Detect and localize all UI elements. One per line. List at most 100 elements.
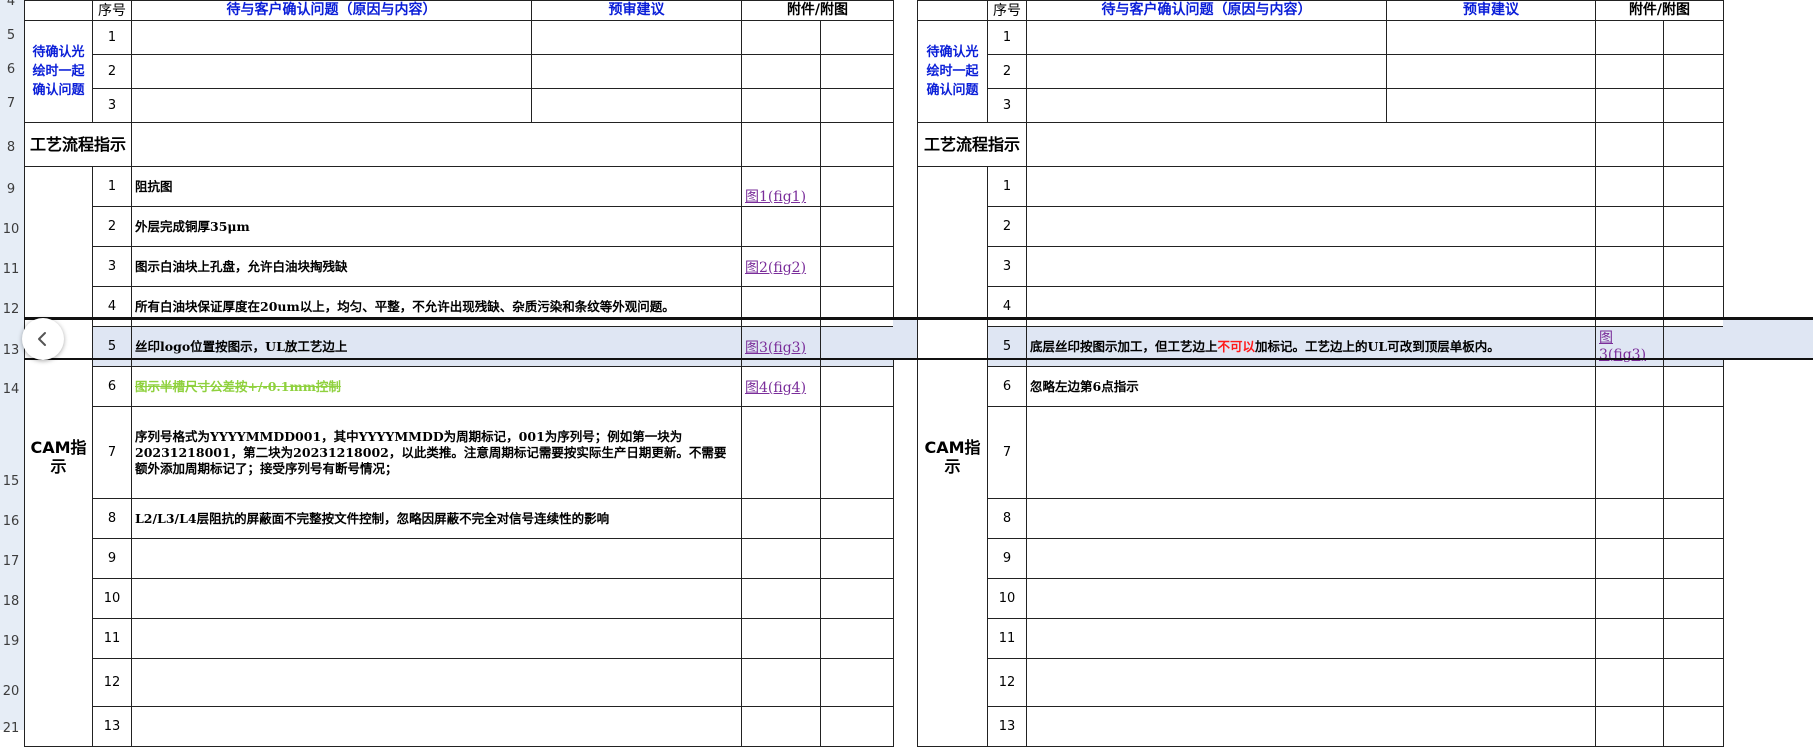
cell[interactable] — [1386, 88, 1596, 123]
row-number[interactable]: 11 — [92, 618, 132, 659]
cell[interactable] — [1663, 54, 1724, 89]
row-number[interactable]: 8 — [92, 498, 132, 539]
cell[interactable] — [820, 498, 894, 539]
cam-instruction-struck[interactable]: 图示半槽尺寸公差按+/-0.1mm控制 — [131, 366, 742, 407]
cam-instruction[interactable] — [1026, 658, 1596, 707]
cam-instruction[interactable] — [1026, 498, 1596, 539]
row-header[interactable]: 12 — [0, 302, 22, 317]
header-review[interactable]: 预审建议 — [1386, 0, 1596, 21]
row-number[interactable]: 13 — [92, 706, 132, 747]
cell[interactable] — [1663, 538, 1724, 579]
cell[interactable] — [531, 88, 742, 123]
row-number[interactable]: 2 — [92, 54, 132, 89]
cell[interactable] — [531, 54, 742, 89]
attachment-cell[interactable] — [1595, 166, 1664, 207]
cam-instruction[interactable]: 序列号格式为YYYYMMDD001，其中YYYYMMDD为周期标记，001为序列… — [131, 406, 742, 499]
cam-instruction[interactable] — [1026, 618, 1596, 659]
attachment-cell[interactable] — [1595, 366, 1664, 407]
cell[interactable] — [741, 20, 821, 55]
cell[interactable] — [1663, 578, 1724, 619]
row-header[interactable]: 14 — [0, 382, 22, 397]
row-number[interactable]: 7 — [92, 406, 132, 499]
cell[interactable] — [1663, 206, 1724, 247]
header-no[interactable]: 序号 — [987, 0, 1027, 21]
attachment-cell[interactable] — [1595, 538, 1664, 579]
cell[interactable] — [131, 20, 532, 55]
cell[interactable] — [1663, 366, 1724, 407]
header-no[interactable]: 序号 — [92, 0, 132, 21]
row-number[interactable]: 1 — [987, 166, 1027, 207]
cell[interactable] — [1663, 618, 1724, 659]
cell[interactable] — [820, 658, 894, 707]
cell[interactable] — [1663, 20, 1724, 55]
cam-instruction[interactable]: 丝印logo位置按图示，UL放工艺边上 — [131, 326, 742, 367]
cam-instruction[interactable] — [1026, 538, 1596, 579]
row-header[interactable]: 4 — [0, 0, 22, 9]
cell[interactable] — [820, 618, 894, 659]
row-header[interactable]: 21 — [0, 721, 22, 736]
back-nav-button[interactable] — [22, 318, 64, 360]
cell[interactable] — [1595, 122, 1664, 167]
row-number[interactable]: 3 — [987, 246, 1027, 287]
cam-instruction[interactable] — [1026, 166, 1596, 207]
cam-instruction[interactable] — [1026, 406, 1596, 499]
cam-section-label[interactable]: CAM指示 — [24, 166, 93, 747]
cell[interactable] — [1595, 54, 1664, 89]
attachment-link[interactable]: 图3(fig3) — [745, 340, 806, 356]
attachment-cell[interactable] — [741, 286, 821, 327]
cam-instruction[interactable]: 底层丝印按图示加工，但工艺边上不可以加标记。工艺边上的UL可改到顶层单板内。 — [1026, 326, 1596, 367]
cell[interactable] — [1026, 54, 1387, 89]
cam-instruction[interactable] — [131, 578, 742, 619]
row-number[interactable]: 3 — [92, 246, 132, 287]
cell[interactable] — [741, 122, 821, 167]
cam-instruction[interactable] — [131, 706, 742, 747]
process-section-label[interactable]: 工艺流程指示 — [24, 122, 132, 167]
header-question[interactable]: 待与客户确认问题（原因与内容） — [1026, 0, 1387, 21]
row-number[interactable]: 6 — [987, 366, 1027, 407]
row-number[interactable]: 9 — [987, 538, 1027, 579]
cell[interactable] — [820, 54, 894, 89]
cell[interactable] — [820, 538, 894, 579]
row-number[interactable]: 13 — [987, 706, 1027, 747]
attachment-link[interactable]: 图1(fig1) — [745, 189, 806, 205]
cam-instruction[interactable] — [1026, 706, 1596, 747]
row-number[interactable]: 11 — [987, 618, 1027, 659]
cam-instruction[interactable]: 阻抗图 — [131, 166, 742, 207]
row-number[interactable]: 4 — [987, 286, 1027, 327]
attachment-cell[interactable] — [741, 498, 821, 539]
row-header[interactable]: 11 — [0, 262, 22, 277]
header-attachment[interactable]: 附件/附图 — [1595, 0, 1724, 21]
row-number[interactable]: 5 — [987, 326, 1027, 367]
attachment-cell[interactable]: 图2(fig2) — [741, 246, 821, 287]
attachment-cell[interactable]: 图3(fig3) — [1595, 326, 1664, 367]
row-number[interactable]: 1 — [92, 20, 132, 55]
attachment-cell[interactable] — [741, 706, 821, 747]
cam-instruction[interactable] — [1026, 578, 1596, 619]
cam-instruction[interactable] — [131, 618, 742, 659]
cell[interactable] — [1386, 54, 1596, 89]
row-header[interactable]: 5 — [0, 28, 22, 43]
row-header[interactable]: 7 — [0, 96, 22, 111]
row-number[interactable]: 10 — [92, 578, 132, 619]
attachment-cell[interactable] — [1595, 658, 1664, 707]
row-header[interactable]: 15 — [0, 474, 22, 489]
cell[interactable] — [820, 578, 894, 619]
cam-instruction[interactable]: 所有白油块保证厚度在20um以上，均匀、平整，不允许出现残缺、杂质污染和条纹等外… — [131, 286, 742, 327]
cam-instruction[interactable] — [1026, 286, 1596, 327]
header-attachment[interactable]: 附件/附图 — [741, 0, 894, 21]
cell[interactable] — [1663, 326, 1724, 367]
attachment-cell[interactable]: 图3(fig3) — [741, 326, 821, 367]
row-header[interactable]: 20 — [0, 684, 22, 699]
attachment-link[interactable]: 图2(fig2) — [745, 260, 806, 276]
cell[interactable] — [1595, 88, 1664, 123]
cell[interactable] — [820, 20, 894, 55]
row-number[interactable]: 10 — [987, 578, 1027, 619]
cell[interactable] — [820, 326, 894, 367]
attachment-cell[interactable]: 图4(fig4) — [741, 366, 821, 407]
attachment-cell[interactable] — [1595, 498, 1664, 539]
attachment-cell[interactable] — [741, 538, 821, 579]
attachment-cell[interactable] — [741, 206, 821, 247]
row-header[interactable]: 8 — [0, 140, 22, 155]
row-number[interactable]: 2 — [92, 206, 132, 247]
attachment-cell[interactable] — [1595, 706, 1664, 747]
